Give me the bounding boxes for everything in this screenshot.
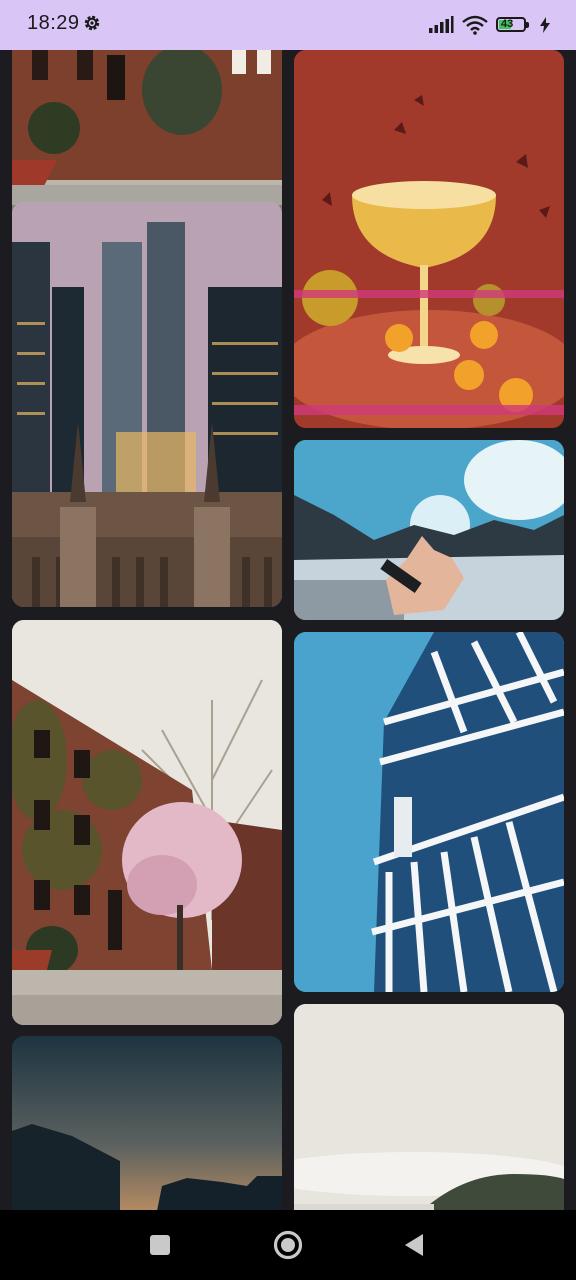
settings-gear-icon [82, 13, 102, 33]
photo-grid[interactable] [0, 50, 576, 1210]
photo-tile-city-skyscrapers[interactable] [12, 202, 282, 607]
recents-square-icon[interactable] [130, 1210, 190, 1280]
charging-bolt-icon [540, 17, 550, 33]
photo-tile-golden-cocktail[interactable] [294, 50, 564, 428]
status-time: 18:29 [27, 12, 80, 34]
status-icons: 43 [428, 12, 550, 38]
photo-tile-modern-building[interactable] [294, 632, 564, 992]
photo-tile-dusk-houses[interactable] [12, 1036, 282, 1210]
home-circle-icon[interactable] [258, 1210, 318, 1280]
photo-tile-hazy-landscape[interactable] [294, 1004, 564, 1210]
back-triangle-icon[interactable] [384, 1210, 444, 1280]
battery-icon: 43 [496, 16, 532, 34]
photo-tile-ivy-building-blossom[interactable] [12, 620, 282, 1025]
wifi-icon [462, 15, 488, 35]
status-bar: 18:29 43 [0, 0, 576, 50]
navigation-bar [0, 1210, 576, 1280]
battery-percent: 43 [501, 18, 514, 30]
photo-tile-hand-reaching-sun[interactable] [294, 440, 564, 620]
signal-icon [428, 16, 454, 34]
